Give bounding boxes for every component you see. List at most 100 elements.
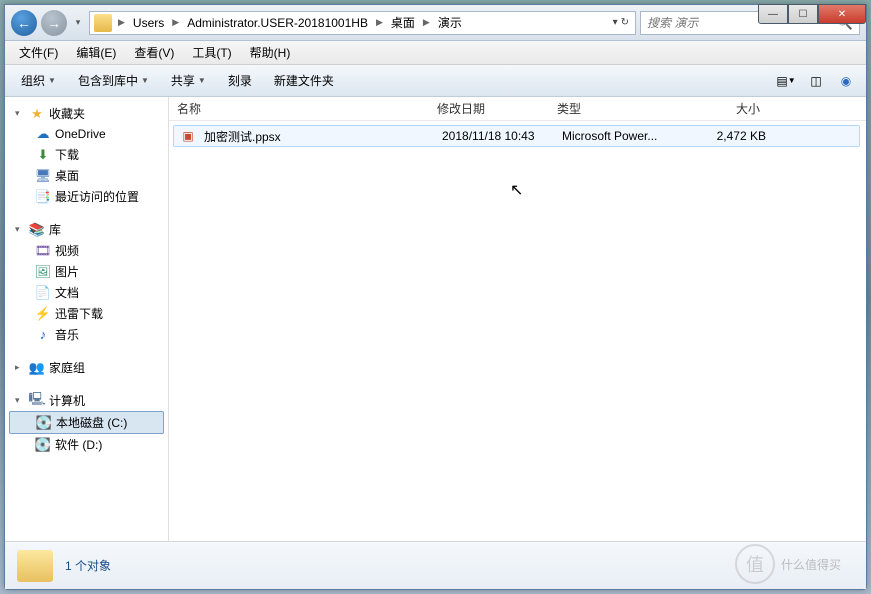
tree-onedrive[interactable]: ☁ OneDrive <box>5 124 168 144</box>
file-list-pane: 名称 修改日期 类型 大小 ▣ 加密测试.ppsx 2018/11/18 10:… <box>169 97 866 541</box>
tree-homegroup[interactable]: ▸👥家庭组 <box>5 357 168 378</box>
tree-disk-c[interactable]: 💽本地磁盘 (C:) <box>9 411 164 434</box>
tree-pictures[interactable]: 🖼图片 <box>5 261 168 282</box>
file-row[interactable]: ▣ 加密测试.ppsx 2018/11/18 10:43 Microsoft P… <box>173 125 860 147</box>
tree-music[interactable]: ♪音乐 <box>5 324 168 345</box>
tree-label: 音乐 <box>55 326 79 343</box>
preview-pane-button[interactable]: ◫ <box>804 70 828 92</box>
history-dropdown[interactable]: ▾ <box>71 13 85 33</box>
close-button[interactable]: ✕ <box>818 4 866 24</box>
burn-button[interactable]: 刻录 <box>220 69 260 92</box>
window-controls: — ☐ ✕ <box>758 4 866 24</box>
folder-icon <box>94 14 112 32</box>
organize-button[interactable]: 组织▼ <box>13 69 64 92</box>
tree-downloads[interactable]: ⬇下载 <box>5 144 168 165</box>
tree-label: 计算机 <box>49 392 85 409</box>
tree-label: 最近访问的位置 <box>55 188 139 205</box>
tree-label: 下载 <box>55 146 79 163</box>
download-icon: ⬇ <box>35 147 51 163</box>
tree-thunder[interactable]: ⚡迅雷下载 <box>5 303 168 324</box>
disk-icon: 💽 <box>36 415 52 431</box>
disk-icon: 💽 <box>35 437 51 453</box>
menu-bar: 文件(F) 编辑(E) 查看(V) 工具(T) 帮助(H) <box>5 41 866 65</box>
watermark-icon: 值 <box>735 544 775 584</box>
include-library-button[interactable]: 包含到库中▼ <box>70 69 157 92</box>
document-icon: 📄 <box>35 285 51 301</box>
chevron-down-icon: ▼ <box>141 76 149 85</box>
column-type[interactable]: 类型 <box>549 100 669 117</box>
help-button[interactable]: ◉ <box>834 70 858 92</box>
tree-label: 收藏夹 <box>49 105 85 122</box>
status-text: 1 个对象 <box>65 557 111 574</box>
crumb-separator: ▶ <box>170 17 181 28</box>
column-date[interactable]: 修改日期 <box>429 100 549 117</box>
share-label: 共享 <box>171 72 195 89</box>
menu-tools[interactable]: 工具(T) <box>184 42 239 63</box>
minimize-button[interactable]: — <box>758 4 788 24</box>
crumb-users[interactable]: Users <box>129 16 168 30</box>
recent-icon: 📑 <box>35 189 51 205</box>
address-dropdown[interactable]: ▾ <box>613 17 618 28</box>
expand-icon[interactable]: ▸ <box>15 362 25 373</box>
tree-label: 文档 <box>55 284 79 301</box>
tree-video[interactable]: 🎞视频 <box>5 240 168 261</box>
cursor-icon: ↖ <box>510 180 523 200</box>
file-type: Microsoft Power... <box>554 129 674 143</box>
folder-icon <box>17 550 53 582</box>
watermark-text: 什么值得买 <box>781 556 841 573</box>
organize-label: 组织 <box>21 72 45 89</box>
refresh-button[interactable]: ↻ <box>621 17 629 28</box>
crumb-current[interactable]: 演示 <box>434 14 466 31</box>
chevron-down-icon: ▼ <box>198 76 206 85</box>
share-button[interactable]: 共享▼ <box>163 69 214 92</box>
file-date: 2018/11/18 10:43 <box>434 129 554 143</box>
tree-label: 软件 (D:) <box>55 436 102 453</box>
address-bar[interactable]: ▶ Users ▶ Administrator.USER-20181001HB … <box>89 11 636 35</box>
tree-label: OneDrive <box>55 127 106 141</box>
navigation-pane[interactable]: ▾★收藏夹 ☁OneDrive ⬇下载 🖥桌面 📑最近访问的位置 ▾📚库 🎞视频… <box>5 97 169 541</box>
crumb-separator: ▶ <box>421 17 432 28</box>
desktop-icon: 🖥 <box>35 168 51 184</box>
homegroup-icon: 👥 <box>29 360 45 376</box>
tree-library[interactable]: ▾📚库 <box>5 219 168 240</box>
powerpoint-icon: ▣ <box>180 128 196 144</box>
new-folder-button[interactable]: 新建文件夹 <box>266 69 342 92</box>
collapse-icon[interactable]: ▾ <box>15 224 25 235</box>
tree-label: 桌面 <box>55 167 79 184</box>
column-name[interactable]: 名称 <box>169 100 429 117</box>
library-icon: 📚 <box>29 222 45 238</box>
forward-button[interactable]: → <box>41 10 67 36</box>
crumb-admin[interactable]: Administrator.USER-20181001HB <box>183 16 372 30</box>
cloud-icon: ☁ <box>35 126 51 142</box>
menu-file[interactable]: 文件(F) <box>11 42 66 63</box>
maximize-button[interactable]: ☐ <box>788 4 818 24</box>
tree-favorites[interactable]: ▾ ★收藏夹 <box>5 103 168 124</box>
star-icon: ★ <box>29 106 45 122</box>
tree-label: 图片 <box>55 263 79 280</box>
collapse-icon[interactable]: ▾ <box>15 108 25 119</box>
collapse-icon[interactable]: ▾ <box>15 395 25 406</box>
file-size: 2,472 KB <box>674 129 774 143</box>
command-bar: 组织▼ 包含到库中▼ 共享▼ 刻录 新建文件夹 ▤ ▼ ◫ ◉ <box>5 65 866 97</box>
back-button[interactable]: ← <box>11 10 37 36</box>
thunder-icon: ⚡ <box>35 306 51 322</box>
view-options-button[interactable]: ▤ ▼ <box>774 70 798 92</box>
tree-desktop[interactable]: 🖥桌面 <box>5 165 168 186</box>
column-headers: 名称 修改日期 类型 大小 <box>169 97 866 121</box>
crumb-separator: ▶ <box>374 17 385 28</box>
video-icon: 🎞 <box>35 243 51 259</box>
menu-help[interactable]: 帮助(H) <box>242 42 299 63</box>
crumb-desktop[interactable]: 桌面 <box>387 14 419 31</box>
tree-label: 本地磁盘 (C:) <box>56 414 127 431</box>
column-size[interactable]: 大小 <box>669 100 769 117</box>
chevron-down-icon: ▼ <box>48 76 56 85</box>
file-name: 加密测试.ppsx <box>196 128 434 145</box>
explorer-window: — ☐ ✕ ← → ▾ ▶ Users ▶ Administrator.USER… <box>4 4 867 590</box>
computer-icon: 🖳 <box>29 393 45 409</box>
tree-disk-d[interactable]: 💽软件 (D:) <box>5 434 168 455</box>
tree-computer[interactable]: ▾ 🖳计算机 <box>5 390 168 411</box>
tree-recent[interactable]: 📑最近访问的位置 <box>5 186 168 207</box>
menu-edit[interactable]: 编辑(E) <box>68 42 124 63</box>
menu-view[interactable]: 查看(V) <box>126 42 182 63</box>
tree-documents[interactable]: 📄文档 <box>5 282 168 303</box>
